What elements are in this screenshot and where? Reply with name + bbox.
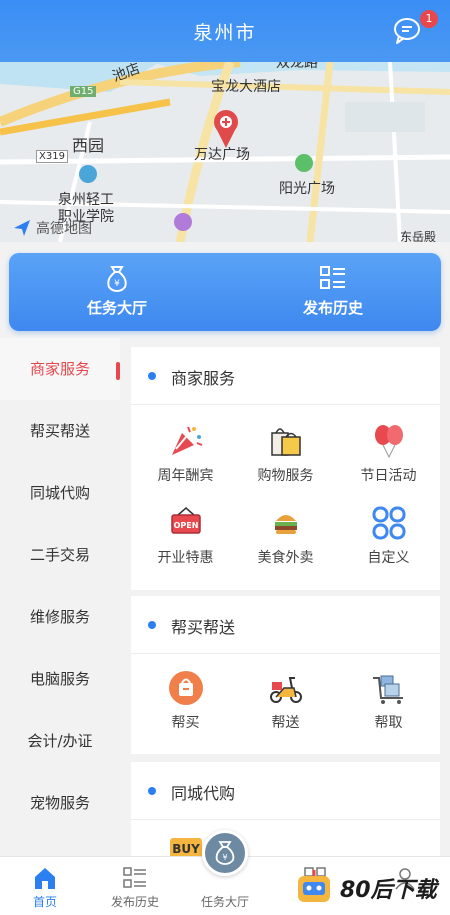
message-icon[interactable] (392, 16, 422, 46)
map-label: 双龙路 (276, 62, 318, 71)
watermark: 80后下载 (292, 862, 450, 912)
money-bag-icon: ¥ (107, 266, 127, 293)
map-label: G15 (70, 86, 97, 97)
service-help-deliver[interactable]: 帮送 (234, 670, 337, 740)
sidebar-item-city-purchase[interactable]: 同城代购 (0, 462, 120, 524)
section-title: 商家服务 (171, 369, 236, 388)
tab-home[interactable]: 首页 (0, 857, 90, 915)
publish-history-button[interactable]: 发布历史 (225, 253, 441, 331)
section-dot (148, 621, 156, 629)
sidebar-item-label: 宠物服务 (29, 794, 90, 812)
service-help-buy[interactable]: 帮买 (134, 670, 237, 740)
sidebar-item-label: 会计/办证 (27, 732, 93, 750)
sidebar-item-computer[interactable]: 电脑服务 (0, 648, 120, 710)
svg-text:¥: ¥ (114, 279, 120, 289)
watermark-text: 80后下载 (340, 878, 437, 903)
service-help-pickup[interactable]: 帮取 (337, 670, 440, 740)
sidebar-item-buy-deliver[interactable]: 帮买帮送 (0, 400, 120, 462)
service-label: 周年酬宾 (157, 468, 214, 484)
svg-text:OPEN: OPEN (173, 521, 198, 530)
tab-publish-history[interactable]: 发布历史 (90, 857, 180, 915)
grid-icon (372, 506, 405, 540)
map-label: 万达广场 (194, 147, 250, 163)
sidebar-item-label: 帮买帮送 (29, 422, 90, 440)
quick-actions: ¥ 任务大厅 发布历史 (9, 253, 441, 331)
city-title[interactable]: 泉州市 (0, 18, 450, 45)
sidebar-item-label: 商家服务 (29, 360, 90, 378)
service-label: 帮取 (374, 715, 403, 731)
sidebar-item-pet[interactable]: 宠物服务 (0, 772, 120, 834)
section-dot (148, 787, 156, 795)
service-label: 节日活动 (360, 468, 417, 484)
section-buy-deliver: 帮买帮送 帮买 帮送 帮取 (131, 596, 440, 754)
service-label: 帮送 (271, 715, 300, 731)
service-opening[interactable]: OPEN 开业特惠 (134, 505, 237, 575)
cart-boxes-icon (372, 675, 403, 704)
category-sidebar: 商家服务 帮买帮送 同城代购 二手交易 维修服务 电脑服务 会计/办证 宠物服务 (0, 338, 120, 858)
sidebar-item-label: 同城代购 (29, 484, 90, 502)
message-badge: 1 (420, 10, 438, 28)
service-label: 美食外卖 (257, 550, 314, 566)
balloon-icon (374, 425, 403, 459)
svg-text:¥: ¥ (222, 853, 227, 862)
sidebar-item-label: 维修服务 (29, 608, 90, 626)
section-header: 商家服务 (131, 347, 440, 405)
task-hall-button[interactable]: ¥ 任务大厅 (9, 253, 225, 331)
section-header: 帮买帮送 (131, 596, 440, 654)
service-label: 开业特惠 (157, 550, 214, 566)
open-sign-icon: OPEN (170, 507, 201, 534)
map-label: 宝龙大酒店 (211, 79, 281, 95)
sidebar-item-repair[interactable]: 维修服务 (0, 586, 120, 648)
section-dot (148, 372, 156, 380)
map-label: 阳光广场 (279, 181, 335, 197)
burger-icon (274, 515, 297, 534)
active-indicator (116, 362, 120, 380)
service-food[interactable]: 美食外卖 (234, 505, 337, 575)
sidebar-item-second-hand[interactable]: 二手交易 (0, 524, 120, 586)
section-header: 同城代购 (131, 762, 440, 820)
section-title: 同城代购 (171, 784, 236, 803)
tab-label: 发布历史 (110, 895, 159, 909)
list-icon (123, 867, 146, 888)
service-label: 自定义 (367, 550, 410, 566)
sidebar-item-merchant-service[interactable]: 商家服务 (0, 338, 120, 400)
service-custom[interactable]: 自定义 (337, 505, 440, 575)
home-icon (35, 868, 55, 889)
section-city-purchase: 同城代购 BUY (131, 762, 440, 856)
service-label: 帮买 (171, 715, 200, 731)
buy-icon: BUY (170, 838, 202, 856)
map-view[interactable]: 池店 双龙路 宝龙大酒店 G15 西园 万达广场 X319 阳光广场 泉州轻工 … (0, 62, 450, 242)
section-title: 帮买帮送 (171, 618, 236, 637)
party-popper-icon (171, 426, 202, 455)
publish-history-label: 发布历史 (302, 299, 363, 317)
sidebar-item-label: 电脑服务 (29, 670, 90, 688)
tab-label: 首页 (32, 895, 57, 909)
service-anniversary[interactable]: 周年酬宾 (134, 423, 237, 493)
section-merchant-service: 商家服务 周年酬宾 购物服务 节日活动 OPEN 开业特惠 美食外卖 自定义 (131, 347, 440, 590)
service-shopping[interactable]: 购物服务 (234, 423, 337, 493)
sidebar-item-label: 二手交易 (29, 546, 90, 564)
robot-logo-icon (298, 870, 330, 902)
service-festival[interactable]: 节日活动 (337, 423, 440, 493)
map-brand-label: 高德地图 (36, 221, 92, 237)
money-bag-icon: ¥ (215, 841, 235, 865)
service-label: 购物服务 (257, 468, 314, 484)
shopping-bag-icon (270, 428, 301, 456)
sidebar-item-accounting[interactable]: 会计/办证 (0, 710, 120, 772)
bag-icon (168, 671, 203, 705)
task-hall-center-button[interactable]: ¥ (202, 830, 248, 876)
map-brand-icon (14, 220, 30, 236)
top-header: 泉州市 1 (0, 0, 450, 62)
list-icon (320, 266, 345, 289)
map-label: 西园 (72, 136, 105, 155)
map-label: X319 (36, 150, 68, 163)
tab-label: 任务大厅 (200, 895, 249, 909)
map-label: 东岳殿 (400, 230, 437, 242)
task-hall-label: 任务大厅 (86, 299, 147, 317)
scooter-icon (269, 677, 302, 703)
